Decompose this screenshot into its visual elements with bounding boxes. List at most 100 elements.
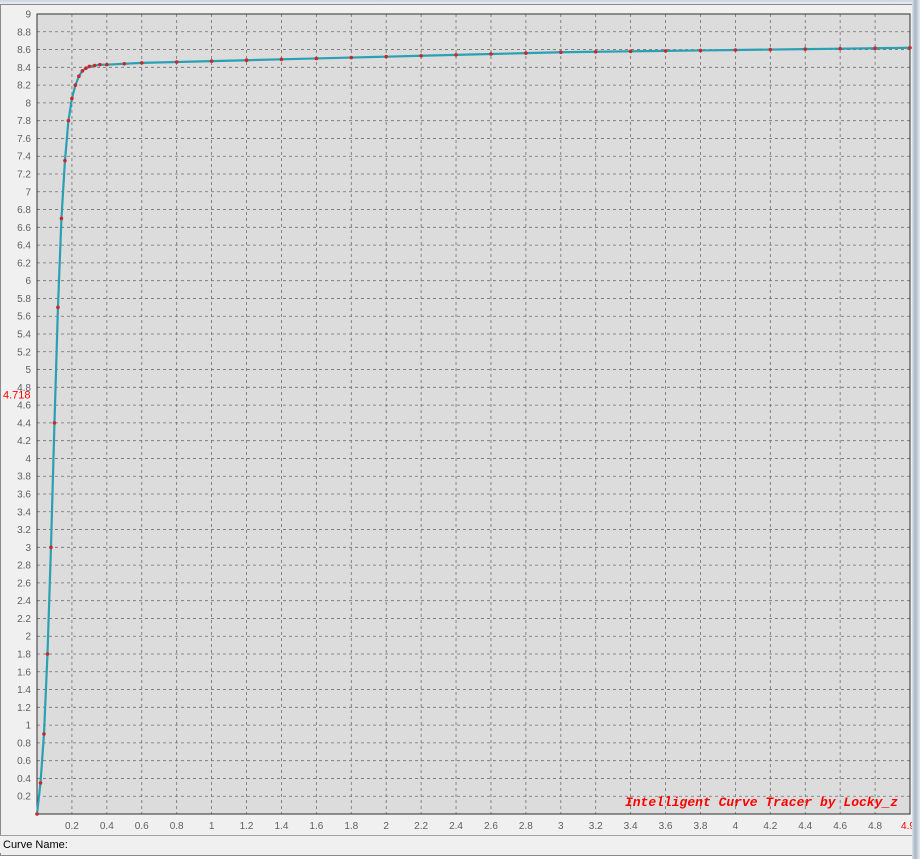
y-tick-label: 2.2 [17,614,31,625]
x-tick-label: 4.6 [833,821,847,832]
x-tick-label: 1.2 [240,821,254,832]
curve-point [279,57,284,62]
y-tick-label: 8.6 [17,45,31,56]
x-tick-label: 1.8 [344,821,358,832]
curve-point [628,49,633,54]
curve-point [384,54,389,59]
window-right-edge [912,0,920,859]
curve-point [38,781,43,785]
y-tick-label: 6.6 [17,223,31,234]
curve-point [56,305,60,310]
curve-name-input[interactable] [75,838,899,854]
curve-point [349,55,354,60]
x-tick-label: 4.8 [868,821,882,832]
y-tick-label: 2.6 [17,578,31,589]
watermark-text: Intelligent Curve Tracer by Locky_z [625,795,898,810]
y-tick-label: 0.8 [17,738,31,749]
y-tick-label: 1.2 [17,703,31,714]
y-axis-ticks: 0.2 0.4 0.6 0.8 1 1.2 1.4 1.6 1.8 2 2.2 2.4 2.6 2.8 3 3… [17,10,31,803]
x-tick-label: 3.6 [659,821,673,832]
curve-point [52,421,57,425]
curve-point [77,74,81,79]
curve-point [174,60,179,64]
y-tick-label: 5 [25,365,31,376]
curve-plot[interactable]: 0.2 0.4 0.6 0.8 1 1.2 1.4 1.6 1.8 2 2.2 2.4 2.6 2.8 3 3… [0,0,912,835]
curve-point [122,61,127,66]
cursor-x-readout: 4.9 [901,821,912,832]
curve-point [524,51,528,55]
curve-point [87,64,92,69]
y-tick-label: 2.4 [17,596,31,607]
curve-point [593,49,598,54]
x-tick-label: 0.2 [65,821,79,832]
x-tick-label: 2 [383,821,389,832]
y-tick-label: 9 [25,10,31,21]
y-tick-label: 1.6 [17,667,31,678]
x-tick-label: 4.2 [763,821,777,832]
y-tick-label: 7.8 [17,116,31,127]
curve-point [733,48,738,52]
curve-point [803,47,808,51]
y-tick-label: 4 [25,454,31,465]
curve-point [70,96,74,101]
curve-point [698,48,703,53]
y-tick-label: 6.2 [17,258,31,269]
curve-point [84,66,88,71]
curve-point [59,216,64,221]
y-tick-label: 0.6 [17,756,31,767]
curve-point [98,62,102,67]
x-tick-label: 2.6 [484,821,498,832]
y-tick-label: 2 [25,632,31,643]
curve-name-label: Curve Name: [3,839,68,851]
curve-point [209,59,214,63]
y-tick-label: 7 [25,187,31,198]
curve-point [454,53,458,57]
curve-point [419,53,423,58]
y-tick-label: 3.6 [17,490,31,501]
x-tick-label: 3 [558,821,564,832]
curve-point [45,652,50,656]
y-tick-label: 5.6 [17,312,31,323]
y-tick-label: 4.2 [17,436,31,447]
y-tick-label: 7.4 [17,152,31,163]
x-tick-label: 1.4 [274,821,288,832]
y-tick-label: 8 [25,98,31,109]
x-tick-label: 0.6 [135,821,149,832]
y-tick-label: 0.4 [17,774,31,785]
curve-point [908,45,912,50]
y-tick-label: 3.4 [17,507,31,518]
y-tick-label: 7.6 [17,134,31,145]
y-tick-label: 8.4 [17,63,31,74]
y-tick-label: 3 [25,543,31,554]
y-tick-label: 2.8 [17,561,31,572]
y-tick-label: 6 [25,276,31,287]
x-tick-label: 0.4 [100,821,114,832]
y-tick-label: 3.8 [17,472,31,483]
y-tick-label: 5.2 [17,347,31,358]
x-tick-label: 0.8 [170,821,184,832]
curve-point [139,61,144,65]
x-tick-label: 4 [733,821,739,832]
x-tick-label: 3.4 [624,821,638,832]
curve-point [35,812,39,816]
y-tick-label: 6.4 [17,241,31,252]
x-tick-label: 3.2 [589,821,603,832]
curve-point [49,545,53,550]
y-tick-label: 7.2 [17,170,31,181]
y-tick-label: 3.2 [17,525,31,536]
curve-point [92,63,97,68]
curve-point [63,158,67,163]
y-tick-label: 8.8 [17,27,31,38]
cursor-y-readout: 4.718 [3,390,31,402]
plot-area[interactable] [37,14,910,814]
curve-point [244,58,249,63]
y-tick-label: 5.4 [17,330,31,341]
curve-point [80,69,85,73]
curve-point [489,52,493,56]
x-tick-label: 3.8 [694,821,708,832]
curve-point [42,732,46,736]
y-tick-label: 6.8 [17,205,31,216]
y-tick-label: 0.2 [17,792,31,803]
y-tick-label: 1 [25,721,31,732]
x-tick-label: 2.8 [519,821,533,832]
